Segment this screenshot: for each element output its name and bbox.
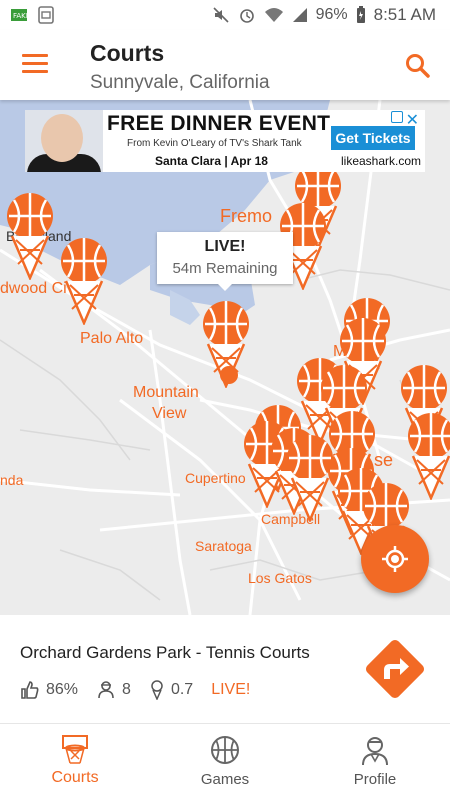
court-stats: 86% 8 0.7 LIVE! [20, 678, 268, 702]
battery-icon [356, 6, 365, 23]
live-tooltip[interactable]: LIVE! 54m Remaining [157, 232, 293, 291]
map-label-los-gatos: Los Gatos [248, 570, 312, 586]
map-label-cupertino: Cupertino [185, 470, 246, 486]
my-location-button[interactable] [361, 525, 429, 593]
page-title: Courts [90, 40, 165, 66]
map-label-saratoga: Saratoga [195, 538, 252, 554]
app-header: Courts Sunnyvale, California [0, 30, 450, 100]
map-label-mountain-view-2: View [152, 405, 187, 422]
hamburger-icon [22, 54, 48, 57]
crosshair-icon [382, 546, 408, 572]
wifi-icon [264, 8, 283, 22]
map-label-fremont: Fremo [220, 206, 273, 226]
thumbs-up-icon [21, 681, 39, 699]
ad-cta-button[interactable]: Get Tickets [331, 126, 415, 150]
ad-site: likeashark.com [341, 154, 422, 168]
battery-percent: 96% [315, 6, 348, 23]
court-live-status: LIVE! [211, 681, 251, 698]
distance-pin-icon [151, 680, 163, 700]
court-name: Orchard Gardens Park - Tennis Courts [20, 643, 310, 662]
map-label-mountain-view-1: Mountain [133, 384, 199, 401]
alarm-icon [239, 9, 254, 23]
search-button[interactable] [404, 52, 432, 80]
search-icon [406, 54, 430, 78]
map-label-palo-alto: Palo Alto [80, 330, 144, 347]
selected-court-dot[interactable] [220, 366, 238, 384]
nav-games-label: Games [200, 771, 250, 788]
ad-close-icon[interactable]: ✕ [406, 110, 419, 130]
nav-profile-label: Profile [353, 771, 397, 788]
player-profile-icon [362, 737, 388, 766]
svg-text:FAKE: FAKE [13, 12, 28, 20]
basketball-icon [211, 736, 239, 764]
hoop-icon [62, 735, 88, 764]
nav-courts[interactable]: Courts [0, 724, 150, 801]
court-players: 8 [122, 681, 131, 698]
signal-icon [292, 8, 307, 22]
bottom-nav: Courts Games Profile [0, 723, 450, 801]
menu-button[interactable] [22, 54, 48, 74]
ad-photo [25, 110, 103, 172]
tooltip-remaining: 54m Remaining [172, 260, 278, 277]
location-subtitle: Sunnyvale, California [90, 72, 270, 93]
nav-profile[interactable]: Profile [300, 724, 450, 801]
players-icon [98, 681, 114, 699]
nav-courts-label: Courts [51, 769, 99, 786]
directions-button[interactable] [359, 633, 431, 705]
court-rating: 86% [46, 681, 79, 698]
map-label-sunnyvale-left: nda [0, 472, 24, 488]
court-pin-icon[interactable] [4, 190, 56, 282]
court-distance: 0.7 [170, 681, 194, 698]
ad-headline: FREE DINNER EVENT [107, 112, 331, 135]
ad-choices-icon[interactable] [391, 111, 403, 123]
app-notification-icon: FAKE [11, 9, 28, 21]
ad-banner[interactable]: FREE DINNER EVENT From Kevin O'Leary of … [25, 110, 425, 172]
ad-meta: Santa Clara | Apr 18 [155, 154, 268, 168]
map-label-redwood-city: dwood Ci [0, 280, 67, 297]
tooltip-status: LIVE! [204, 238, 246, 255]
directions-icon [365, 639, 425, 699]
court-pin-icon[interactable] [58, 235, 110, 327]
clock: 8:51 AM [373, 5, 436, 24]
ad-subline: From Kevin O'Leary of TV's Shark Tank [127, 138, 302, 149]
screenshot-notification-icon [38, 6, 54, 24]
status-bar: FAKE 96% 8:51 AM [0, 0, 450, 30]
nav-games[interactable]: Games [150, 724, 300, 801]
mute-icon [213, 7, 229, 23]
